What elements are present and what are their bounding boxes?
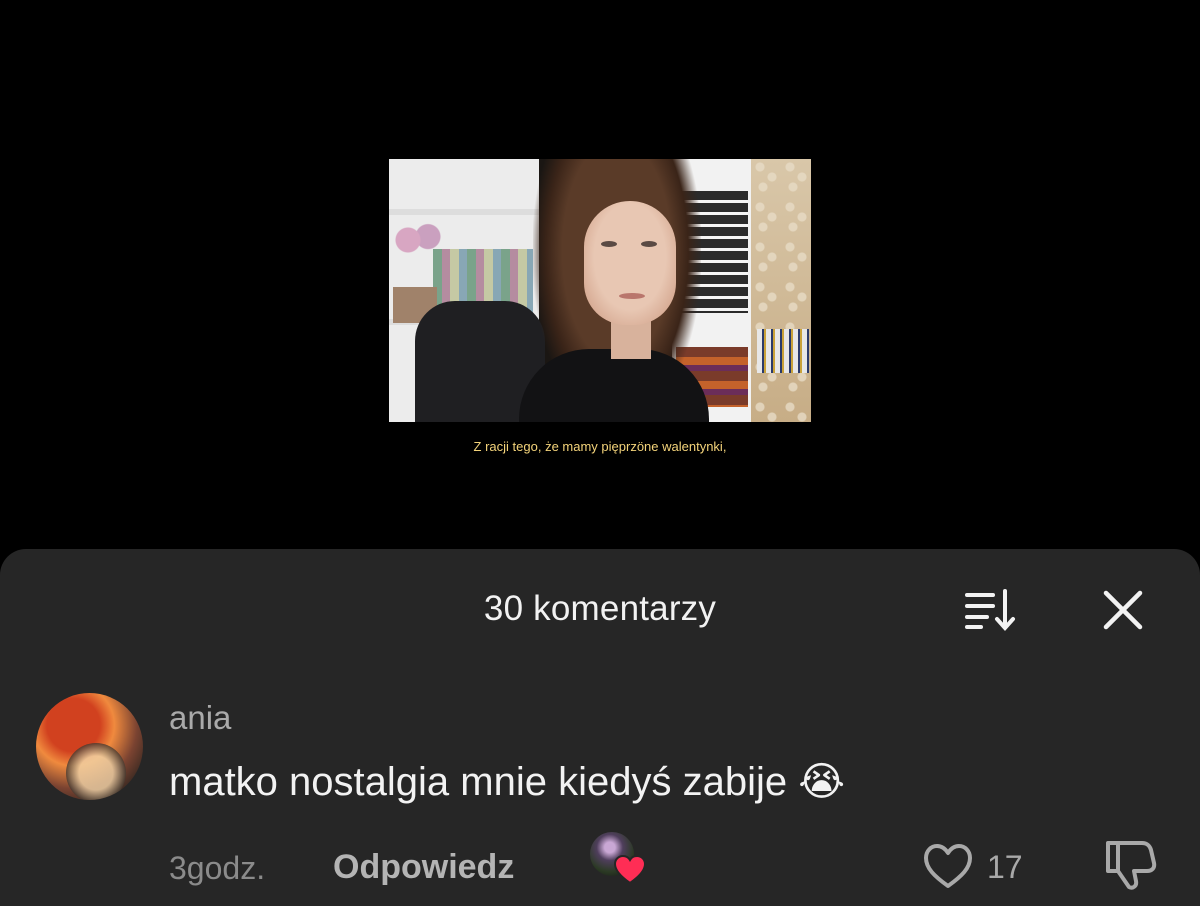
video-person-face — [584, 201, 676, 325]
avatar[interactable] — [36, 693, 143, 800]
video-person-eye — [641, 241, 657, 247]
comment-body: matko nostalgia mnie kiedyś zabije — [169, 760, 788, 804]
comment-item: ania matko nostalgia mnie kiedyś zabije … — [0, 689, 1200, 899]
sort-icon — [965, 589, 1015, 632]
thumbs-down-icon — [1106, 841, 1157, 890]
sort-button[interactable] — [963, 587, 1019, 633]
video-bg-wallpaper — [751, 159, 811, 422]
video-person-neck — [611, 319, 651, 359]
comments-sheet: 30 komentarzy ania matko nostalgia mnie … — [0, 549, 1200, 906]
video-person-eye — [601, 241, 617, 247]
close-button[interactable] — [1100, 587, 1146, 633]
heart-outline-icon — [924, 844, 972, 888]
comment-timestamp: 3godz. — [169, 850, 266, 886]
comment-username[interactable]: ania — [169, 699, 231, 737]
reply-button[interactable]: Odpowiedz — [333, 848, 514, 887]
video-bg-shelf-board — [389, 209, 539, 215]
video-thumbnail[interactable] — [389, 159, 811, 422]
crying-emoji-icon: 😭 — [798, 760, 845, 804]
video-bg-pens — [757, 329, 809, 373]
comment-text: matko nostalgia mnie kiedyś zabije 😭 — [169, 759, 845, 805]
creator-liked-badge — [590, 832, 646, 886]
like-button[interactable] — [922, 841, 974, 891]
comments-count-title: 30 komentarzy — [483, 589, 717, 628]
like-count: 17 — [987, 849, 1023, 885]
close-icon — [1103, 590, 1143, 630]
dislike-button[interactable] — [1102, 835, 1158, 891]
video-person-mouth — [619, 293, 645, 299]
heart-icon — [614, 854, 646, 885]
video-subtitle: Z racji tego, że mamy pięprzöne walentyn… — [473, 439, 727, 454]
